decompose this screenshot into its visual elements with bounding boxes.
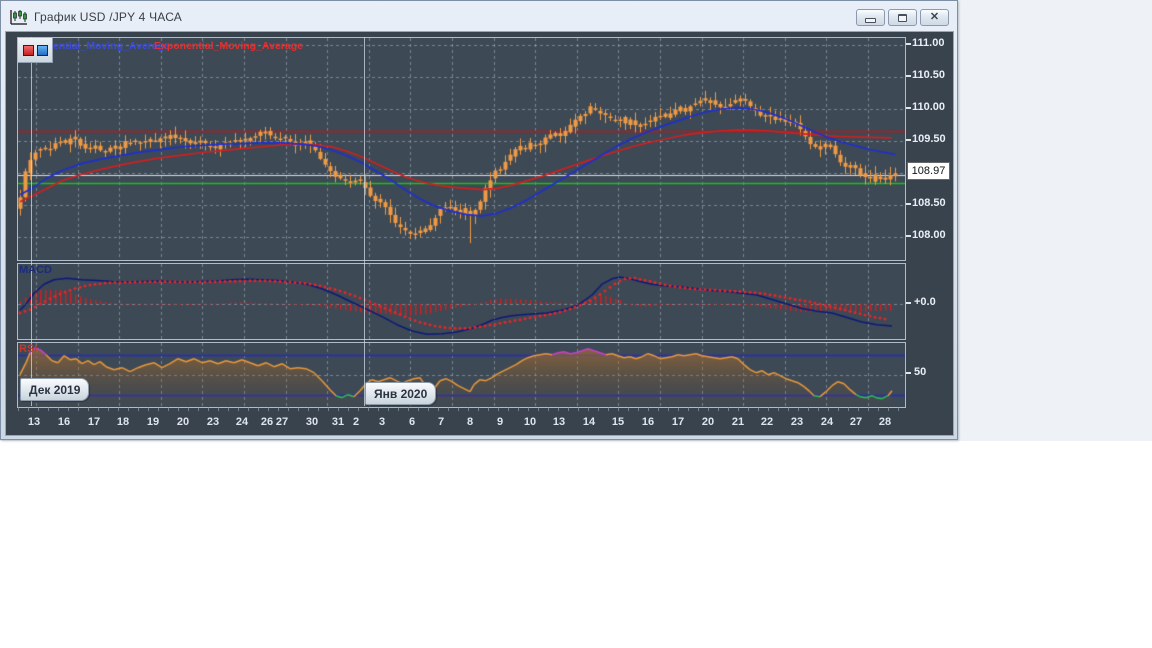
price-label: 108.50 xyxy=(912,197,946,209)
x-axis-label: 7 xyxy=(437,416,445,428)
price-tick xyxy=(906,235,911,237)
close-icon: ✕ xyxy=(929,11,940,23)
price-tick xyxy=(906,203,911,205)
price-tick xyxy=(906,43,911,45)
x-axis-label: 26 xyxy=(260,416,274,428)
x-axis-label: 16 xyxy=(57,416,71,428)
x-axis-label: 15 xyxy=(611,416,625,428)
x-axis-label: 8 xyxy=(466,416,474,428)
title-bar[interactable]: График USD /JPY 4 ЧАСА ✕ xyxy=(3,3,955,30)
macd-zero-tick xyxy=(906,302,911,304)
close-button[interactable]: ✕ xyxy=(920,9,949,26)
price-label: 111.00 xyxy=(912,37,945,49)
price-panel[interactable] xyxy=(17,37,906,261)
month-tooltip-jan: Янв 2020 xyxy=(365,382,437,405)
x-axis-label: 14 xyxy=(582,416,596,428)
price-label: 109.50 xyxy=(912,133,946,145)
x-axis-label: 20 xyxy=(701,416,715,428)
indicator-blue-button[interactable] xyxy=(36,44,48,56)
price-canvas[interactable] xyxy=(18,38,905,260)
macd-label: MACD xyxy=(19,264,52,276)
macd-canvas[interactable] xyxy=(18,264,905,339)
price-label: 108.00 xyxy=(912,229,946,241)
maximize-icon xyxy=(898,13,907,22)
price-tick xyxy=(906,107,911,109)
x-axis-label: 2 xyxy=(352,416,360,428)
x-axis-label: 10 xyxy=(523,416,537,428)
indicator-red-button[interactable] xyxy=(22,44,34,56)
x-axis-label: 31 xyxy=(331,416,345,428)
chart-window[interactable]: График USD /JPY 4 ЧАСА ✕ Exponential_Mov… xyxy=(0,0,958,440)
x-axis-label: 19 xyxy=(146,416,160,428)
candlestick-chart-icon xyxy=(10,9,27,25)
price-tick xyxy=(906,139,911,141)
x-axis-label: 23 xyxy=(206,416,220,428)
macd-panel[interactable] xyxy=(17,263,906,340)
x-axis-label: 17 xyxy=(671,416,685,428)
window-controls: ✕ xyxy=(856,9,949,26)
rsi-canvas[interactable] xyxy=(18,343,905,407)
x-axis-label: 21 xyxy=(731,416,745,428)
x-axis-label: 20 xyxy=(176,416,190,428)
window-title: График USD /JPY 4 ЧАСА xyxy=(34,9,183,24)
indicator-toolbar xyxy=(18,38,53,63)
x-axis-label: 27 xyxy=(849,416,863,428)
x-axis-label: 16 xyxy=(641,416,655,428)
x-axis-label: 13 xyxy=(27,416,41,428)
time-axis-ticks xyxy=(18,407,907,411)
x-axis-label: 17 xyxy=(87,416,101,428)
macd-zero-label: +0.0 xyxy=(914,296,936,308)
x-axis-label: 18 xyxy=(116,416,130,428)
minimize-button[interactable] xyxy=(856,9,885,26)
x-axis-label: 23 xyxy=(790,416,804,428)
x-axis-label: 28 xyxy=(878,416,892,428)
x-axis-label: 27 xyxy=(275,416,289,428)
current-price-box: 108.97 xyxy=(907,162,950,180)
rsi-label: RSI xyxy=(19,343,38,355)
price-tick xyxy=(906,75,911,77)
time-axis[interactable]: 13 16 17 18 19 20 23 24 26 27 30 31 2 3 6 7 8 9 10 13 14 15 16… xyxy=(6,407,954,435)
x-axis-label: 6 xyxy=(408,416,416,428)
x-axis-label: 24 xyxy=(235,416,249,428)
rsi-mid-label: 50 xyxy=(914,366,927,378)
month-separator-jan xyxy=(364,37,365,406)
minimize-icon xyxy=(865,18,876,23)
x-axis-label: 24 xyxy=(820,416,834,428)
price-label: 110.50 xyxy=(912,69,946,81)
x-axis-label: 9 xyxy=(496,416,504,428)
legend-ema-red: Exponential_Moving_Average xyxy=(154,40,303,52)
desktop: График USD /JPY 4 ЧАСА ✕ Exponential_Mov… xyxy=(0,0,1152,648)
maximize-button[interactable] xyxy=(888,9,917,26)
price-label: 110.00 xyxy=(912,101,946,113)
x-axis-label: 13 xyxy=(552,416,566,428)
month-tooltip-dec: Дек 2019 xyxy=(20,378,90,401)
rsi-mid-tick xyxy=(906,372,911,374)
x-axis-label: 3 xyxy=(378,416,386,428)
x-axis-label: 22 xyxy=(760,416,774,428)
rsi-panel[interactable] xyxy=(17,342,906,408)
x-axis-label: 30 xyxy=(305,416,319,428)
